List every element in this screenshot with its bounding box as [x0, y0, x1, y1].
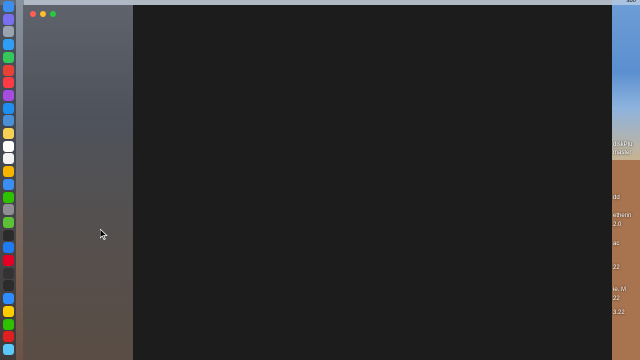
- terminal-icon[interactable]: [3, 229, 14, 241]
- app-window: [23, 5, 612, 360]
- photos-icon[interactable]: [3, 166, 14, 178]
- close-window-button[interactable]: [30, 11, 36, 17]
- window-sidebar: [23, 5, 133, 360]
- yandex-icon[interactable]: [3, 305, 14, 317]
- desktop-file-label[interactable]: dd: [613, 195, 620, 201]
- settings-icon[interactable]: [3, 204, 14, 216]
- notes-icon[interactable]: [3, 128, 14, 139]
- desktop-file-label[interactable]: etherin: [613, 213, 631, 219]
- dock: [0, 0, 16, 360]
- mail-icon[interactable]: [3, 178, 14, 190]
- maximize-window-button[interactable]: [50, 11, 56, 17]
- wechat2-icon[interactable]: [3, 318, 14, 330]
- netease-icon[interactable]: [3, 255, 14, 266]
- desktop-file-label[interactable]: diskPlu: [613, 142, 632, 148]
- safari-icon[interactable]: [3, 39, 14, 51]
- maps-icon[interactable]: [3, 216, 14, 228]
- preview-icon[interactable]: [3, 115, 14, 127]
- folder-icon[interactable]: [3, 343, 14, 355]
- desktop-file-label[interactable]: ac: [613, 241, 619, 247]
- window-content: [133, 5, 612, 360]
- desktop-file-label[interactable]: 22: [613, 296, 620, 302]
- music-icon[interactable]: [3, 77, 14, 89]
- mouse-pointer-icon: [100, 229, 108, 240]
- building-image: [612, 160, 640, 360]
- finder-icon[interactable]: [3, 1, 14, 12]
- desktop-file-label[interactable]: ie. M: [613, 287, 626, 293]
- desktop-file-label[interactable]: 2.0: [613, 222, 621, 228]
- podcasts-icon[interactable]: [3, 89, 14, 101]
- calendar-icon[interactable]: [3, 140, 14, 152]
- siri-icon[interactable]: [3, 13, 14, 25]
- xcode-icon[interactable]: [3, 242, 14, 254]
- messages-icon[interactable]: [3, 51, 14, 63]
- appstore-icon[interactable]: [3, 102, 14, 114]
- reminders-icon[interactable]: [3, 153, 14, 165]
- menubar-status-text: sb0: [626, 0, 636, 4]
- code-icon[interactable]: [3, 280, 14, 292]
- desktop-file-label[interactable]: 3.22: [613, 310, 625, 316]
- wallpaper-buildings: [612, 0, 640, 360]
- activity-icon[interactable]: [3, 267, 14, 279]
- desktop-file-label[interactable]: master: [613, 150, 631, 156]
- desktop-file-label[interactable]: 22: [613, 265, 620, 271]
- launchpad-icon[interactable]: [3, 26, 14, 38]
- wechat-icon[interactable]: [3, 191, 14, 203]
- red-icon[interactable]: [3, 331, 14, 343]
- minimize-window-button[interactable]: [40, 11, 46, 17]
- chrome-icon[interactable]: [3, 64, 14, 76]
- zoom-icon[interactable]: [3, 293, 14, 305]
